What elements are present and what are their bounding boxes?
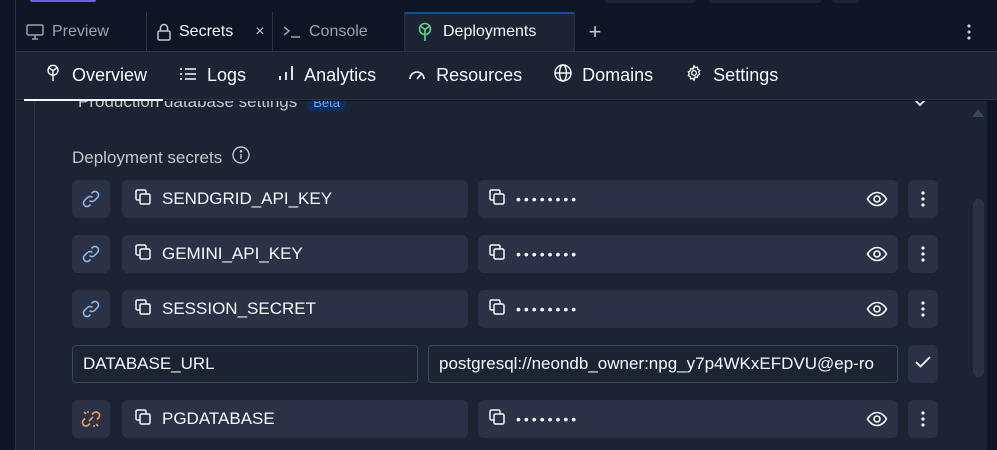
deployments-icon bbox=[44, 64, 62, 87]
nav-label: Overview bbox=[72, 65, 148, 85]
gauge-icon bbox=[408, 65, 426, 86]
top-stub bbox=[708, 0, 822, 3]
tab-label: Deployments bbox=[443, 23, 537, 40]
lock-icon bbox=[157, 23, 171, 41]
tab-label: Preview bbox=[52, 22, 109, 40]
chevron-down-icon[interactable] bbox=[914, 101, 926, 112]
globe-icon bbox=[554, 64, 572, 87]
eye-icon[interactable] bbox=[866, 409, 888, 434]
nav-domains[interactable]: Domains bbox=[538, 52, 669, 100]
tab-label: Secrets bbox=[179, 22, 234, 40]
secret-key-input[interactable] bbox=[72, 345, 418, 383]
top-stub bbox=[832, 0, 860, 3]
header-text: Production database settings bbox=[78, 101, 298, 111]
tab-console[interactable]: Console bbox=[273, 12, 405, 51]
top-stub bbox=[604, 0, 696, 3]
more-icon[interactable] bbox=[908, 400, 938, 438]
top-accent-bar bbox=[30, 0, 96, 2]
scrollbar-thumb[interactable] bbox=[973, 199, 984, 377]
copy-icon[interactable] bbox=[134, 188, 152, 211]
tab-secrets[interactable]: Secrets × bbox=[147, 12, 273, 51]
link-icon[interactable] bbox=[72, 235, 110, 273]
section-title: Deployment secrets bbox=[72, 146, 250, 169]
masked-value: •••••••• bbox=[516, 191, 580, 207]
tab-deployments[interactable]: Deployments bbox=[405, 12, 575, 51]
secret-value-field[interactable]: •••••••• bbox=[478, 235, 898, 273]
deployments-icon bbox=[415, 22, 435, 42]
masked-value: •••••••• bbox=[516, 411, 580, 427]
copy-icon[interactable] bbox=[488, 408, 506, 431]
more-icon[interactable] bbox=[908, 235, 938, 273]
eye-icon[interactable] bbox=[866, 189, 888, 214]
scroll-up-icon[interactable] bbox=[972, 109, 984, 117]
copy-icon[interactable] bbox=[134, 243, 152, 266]
copy-icon[interactable] bbox=[488, 243, 506, 266]
monitor-icon bbox=[26, 23, 44, 40]
eye-icon[interactable] bbox=[866, 244, 888, 269]
main-content: Production database settings Beta Deploy… bbox=[16, 101, 976, 450]
secret-key-field[interactable]: SENDGRID_API_KEY bbox=[122, 180, 468, 218]
nav-label: Domains bbox=[582, 65, 654, 85]
secret-key: SENDGRID_API_KEY bbox=[162, 189, 333, 208]
secret-value-input[interactable] bbox=[428, 345, 898, 383]
add-tab-button[interactable]: + bbox=[575, 12, 615, 51]
nav-label: Resources bbox=[436, 65, 523, 85]
nav-analytics[interactable]: Analytics bbox=[262, 52, 392, 100]
outer-gutter bbox=[987, 101, 997, 450]
secret-key: PGDATABASE bbox=[162, 409, 275, 428]
close-icon[interactable]: × bbox=[255, 23, 264, 41]
more-icon[interactable] bbox=[908, 180, 938, 218]
secret-key-field[interactable]: SESSION_SECRET bbox=[122, 290, 468, 328]
nav-label: Logs bbox=[207, 65, 247, 85]
tab-label: Console bbox=[309, 22, 368, 40]
checkmark-icon bbox=[915, 355, 931, 373]
beta-badge: Beta bbox=[307, 101, 347, 111]
copy-icon[interactable] bbox=[134, 408, 152, 431]
secret-value-field[interactable]: •••••••• bbox=[478, 400, 898, 438]
section-label: Deployment secrets bbox=[72, 147, 223, 167]
info-icon[interactable] bbox=[232, 146, 250, 169]
unlinked-icon[interactable] bbox=[72, 400, 110, 438]
nav-resources[interactable]: Resources bbox=[392, 52, 538, 100]
nav-settings[interactable]: Settings bbox=[669, 52, 794, 100]
more-icon[interactable] bbox=[959, 22, 979, 42]
terminal-icon bbox=[283, 25, 301, 39]
secret-key-field[interactable]: GEMINI_API_KEY bbox=[122, 235, 468, 273]
secret-key: GEMINI_API_KEY bbox=[162, 244, 303, 263]
confirm-button[interactable] bbox=[908, 345, 938, 383]
masked-value: •••••••• bbox=[516, 246, 580, 262]
tab-bar: Preview Secrets × Console Deployments + bbox=[16, 12, 997, 52]
tab-preview[interactable]: Preview bbox=[16, 12, 147, 51]
secret-key-field[interactable]: PGDATABASE bbox=[122, 400, 468, 438]
link-icon[interactable] bbox=[72, 180, 110, 218]
nav-label: Settings bbox=[713, 65, 779, 85]
nav-logs[interactable]: Logs bbox=[163, 52, 262, 100]
copy-icon[interactable] bbox=[134, 298, 152, 321]
more-icon[interactable] bbox=[908, 290, 938, 328]
link-icon[interactable] bbox=[72, 290, 110, 328]
masked-value: •••••••• bbox=[516, 301, 580, 317]
copy-icon[interactable] bbox=[488, 188, 506, 211]
copy-icon[interactable] bbox=[488, 298, 506, 321]
secret-value-field[interactable]: •••••••• bbox=[478, 290, 898, 328]
secret-key: SESSION_SECRET bbox=[162, 299, 316, 318]
bar-chart-icon bbox=[278, 65, 294, 86]
nav-label: Analytics bbox=[304, 65, 377, 85]
eye-icon[interactable] bbox=[866, 299, 888, 324]
nav-overview[interactable]: Overview bbox=[23, 52, 164, 101]
deployment-subnav: Overview Logs Analytics Resources Domain… bbox=[16, 52, 997, 101]
gear-icon bbox=[685, 64, 703, 87]
database-settings-header[interactable]: Production database settings Beta bbox=[78, 101, 347, 112]
left-rail bbox=[0, 0, 16, 450]
secret-value-field[interactable]: •••••••• bbox=[478, 180, 898, 218]
list-icon bbox=[179, 65, 197, 86]
section-border bbox=[34, 101, 35, 450]
